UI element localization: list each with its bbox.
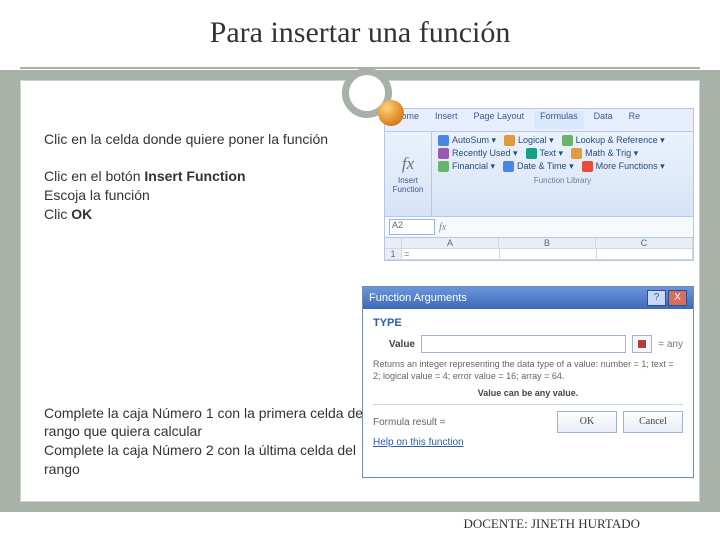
group-label: Function Library — [438, 176, 687, 185]
dialog-footer: Formula result = OK Cancel — [373, 404, 683, 433]
cell-A1[interactable]: = — [402, 249, 500, 259]
function-description: Returns an integer representing the data… — [373, 359, 683, 382]
fx-bar-icon[interactable]: fx — [439, 222, 446, 233]
formula-bar: A2 fx — [384, 217, 694, 238]
ribbon-screenshot: Home Insert Page Layout Formulas Data Re… — [384, 108, 694, 258]
worksheet-grid: A B C 1 = — [384, 238, 694, 261]
fx-label: Insert Function — [385, 176, 431, 194]
ribbon-tabs: Home Insert Page Layout Formulas Data Re — [384, 108, 694, 132]
range-selector-button[interactable] — [632, 335, 652, 353]
financial-icon — [438, 161, 449, 172]
function-name: TYPE — [373, 317, 683, 329]
cancel-button[interactable]: Cancel — [623, 411, 683, 433]
datetime-button[interactable]: Date & Time ▾ — [503, 161, 574, 172]
col-B[interactable]: B — [499, 238, 596, 248]
logical-button[interactable]: Logical ▾ — [504, 135, 554, 146]
eq-any: = any — [658, 339, 683, 350]
tab-page-layout[interactable]: Page Layout — [468, 111, 531, 129]
step-2a-pre: Clic en el botón — [44, 168, 144, 184]
math-icon — [571, 148, 582, 159]
dialog-titlebar: Function Arguments ? X — [363, 287, 693, 309]
step-2b: Escoja la función — [44, 187, 150, 203]
more-icon — [582, 161, 593, 172]
more-functions-button[interactable]: More Functions ▾ — [582, 161, 665, 172]
step-3: Complete la caja Número 1 con la primera… — [44, 404, 374, 480]
autosum-button[interactable]: AutoSum ▾ — [438, 135, 496, 146]
row-1-header[interactable]: 1 — [385, 249, 402, 259]
formula-result: Formula result = — [373, 417, 446, 428]
range-icon — [638, 340, 646, 348]
sigma-icon — [438, 135, 449, 146]
function-arguments-dialog: Function Arguments ? X TYPE Value = any … — [362, 286, 694, 478]
tab-insert[interactable]: Insert — [429, 111, 464, 129]
help-icon[interactable]: ? — [647, 290, 666, 306]
text-button[interactable]: Text ▾ — [526, 148, 564, 159]
value-hint: Value can be any value. — [373, 388, 683, 398]
clock-icon — [503, 161, 514, 172]
dialog-body: TYPE Value = any Returns an integer repr… — [363, 309, 693, 456]
cell-C1[interactable] — [597, 249, 693, 259]
recent-button[interactable]: Recently Used ▾ — [438, 148, 518, 159]
tab-review[interactable]: Re — [623, 111, 647, 129]
close-icon[interactable]: X — [668, 290, 687, 306]
step-2a-bold: Insert Function — [144, 168, 245, 184]
value-input[interactable] — [421, 335, 626, 353]
ribbon-body: fx Insert Function AutoSum ▾ Logical ▾ L… — [384, 132, 694, 217]
office-button-icon — [378, 100, 404, 126]
argument-row: Value = any — [373, 335, 683, 353]
tab-data[interactable]: Data — [588, 111, 619, 129]
ok-button[interactable]: OK — [557, 411, 617, 433]
step-2c-pre: Clic — [44, 206, 71, 222]
recent-icon — [438, 148, 449, 159]
col-C[interactable]: C — [596, 238, 693, 248]
step-2: Clic en el botón Insert Function Escoja … — [44, 167, 344, 224]
tab-formulas[interactable]: Formulas — [534, 111, 584, 129]
col-A[interactable]: A — [402, 238, 499, 248]
corner-cell[interactable] — [385, 238, 402, 248]
lookup-button[interactable]: Lookup & Reference ▾ — [562, 135, 665, 146]
help-link[interactable]: Help on this function — [373, 437, 464, 448]
math-button[interactable]: Math & Trig ▾ — [571, 148, 638, 159]
cell-B1[interactable] — [500, 249, 596, 259]
fx-icon: fx — [402, 154, 414, 174]
function-library: AutoSum ▾ Logical ▾ Lookup & Reference ▾… — [432, 132, 693, 216]
step-3a: Complete la caja Número 1 con la primera… — [44, 405, 366, 440]
step-2c-bold: OK — [71, 206, 92, 222]
insert-function-button[interactable]: fx Insert Function — [385, 132, 432, 216]
step-3b: Complete la caja Número 2 con la última … — [44, 442, 356, 477]
arg-label: Value — [373, 339, 415, 350]
lookup-icon — [562, 135, 573, 146]
dialog-title-text: Function Arguments — [369, 292, 467, 304]
footer-text: DOCENTE: JINETH HURTADO — [463, 516, 640, 532]
slide: Para insertar una función Clic en la cel… — [0, 0, 720, 540]
text-icon — [526, 148, 537, 159]
slide-title: Para insertar una función — [0, 16, 720, 50]
financial-button[interactable]: Financial ▾ — [438, 161, 495, 172]
logical-icon — [504, 135, 515, 146]
step-1: Clic en la celda donde quiere poner la f… — [44, 130, 344, 149]
name-box[interactable]: A2 — [389, 219, 435, 235]
